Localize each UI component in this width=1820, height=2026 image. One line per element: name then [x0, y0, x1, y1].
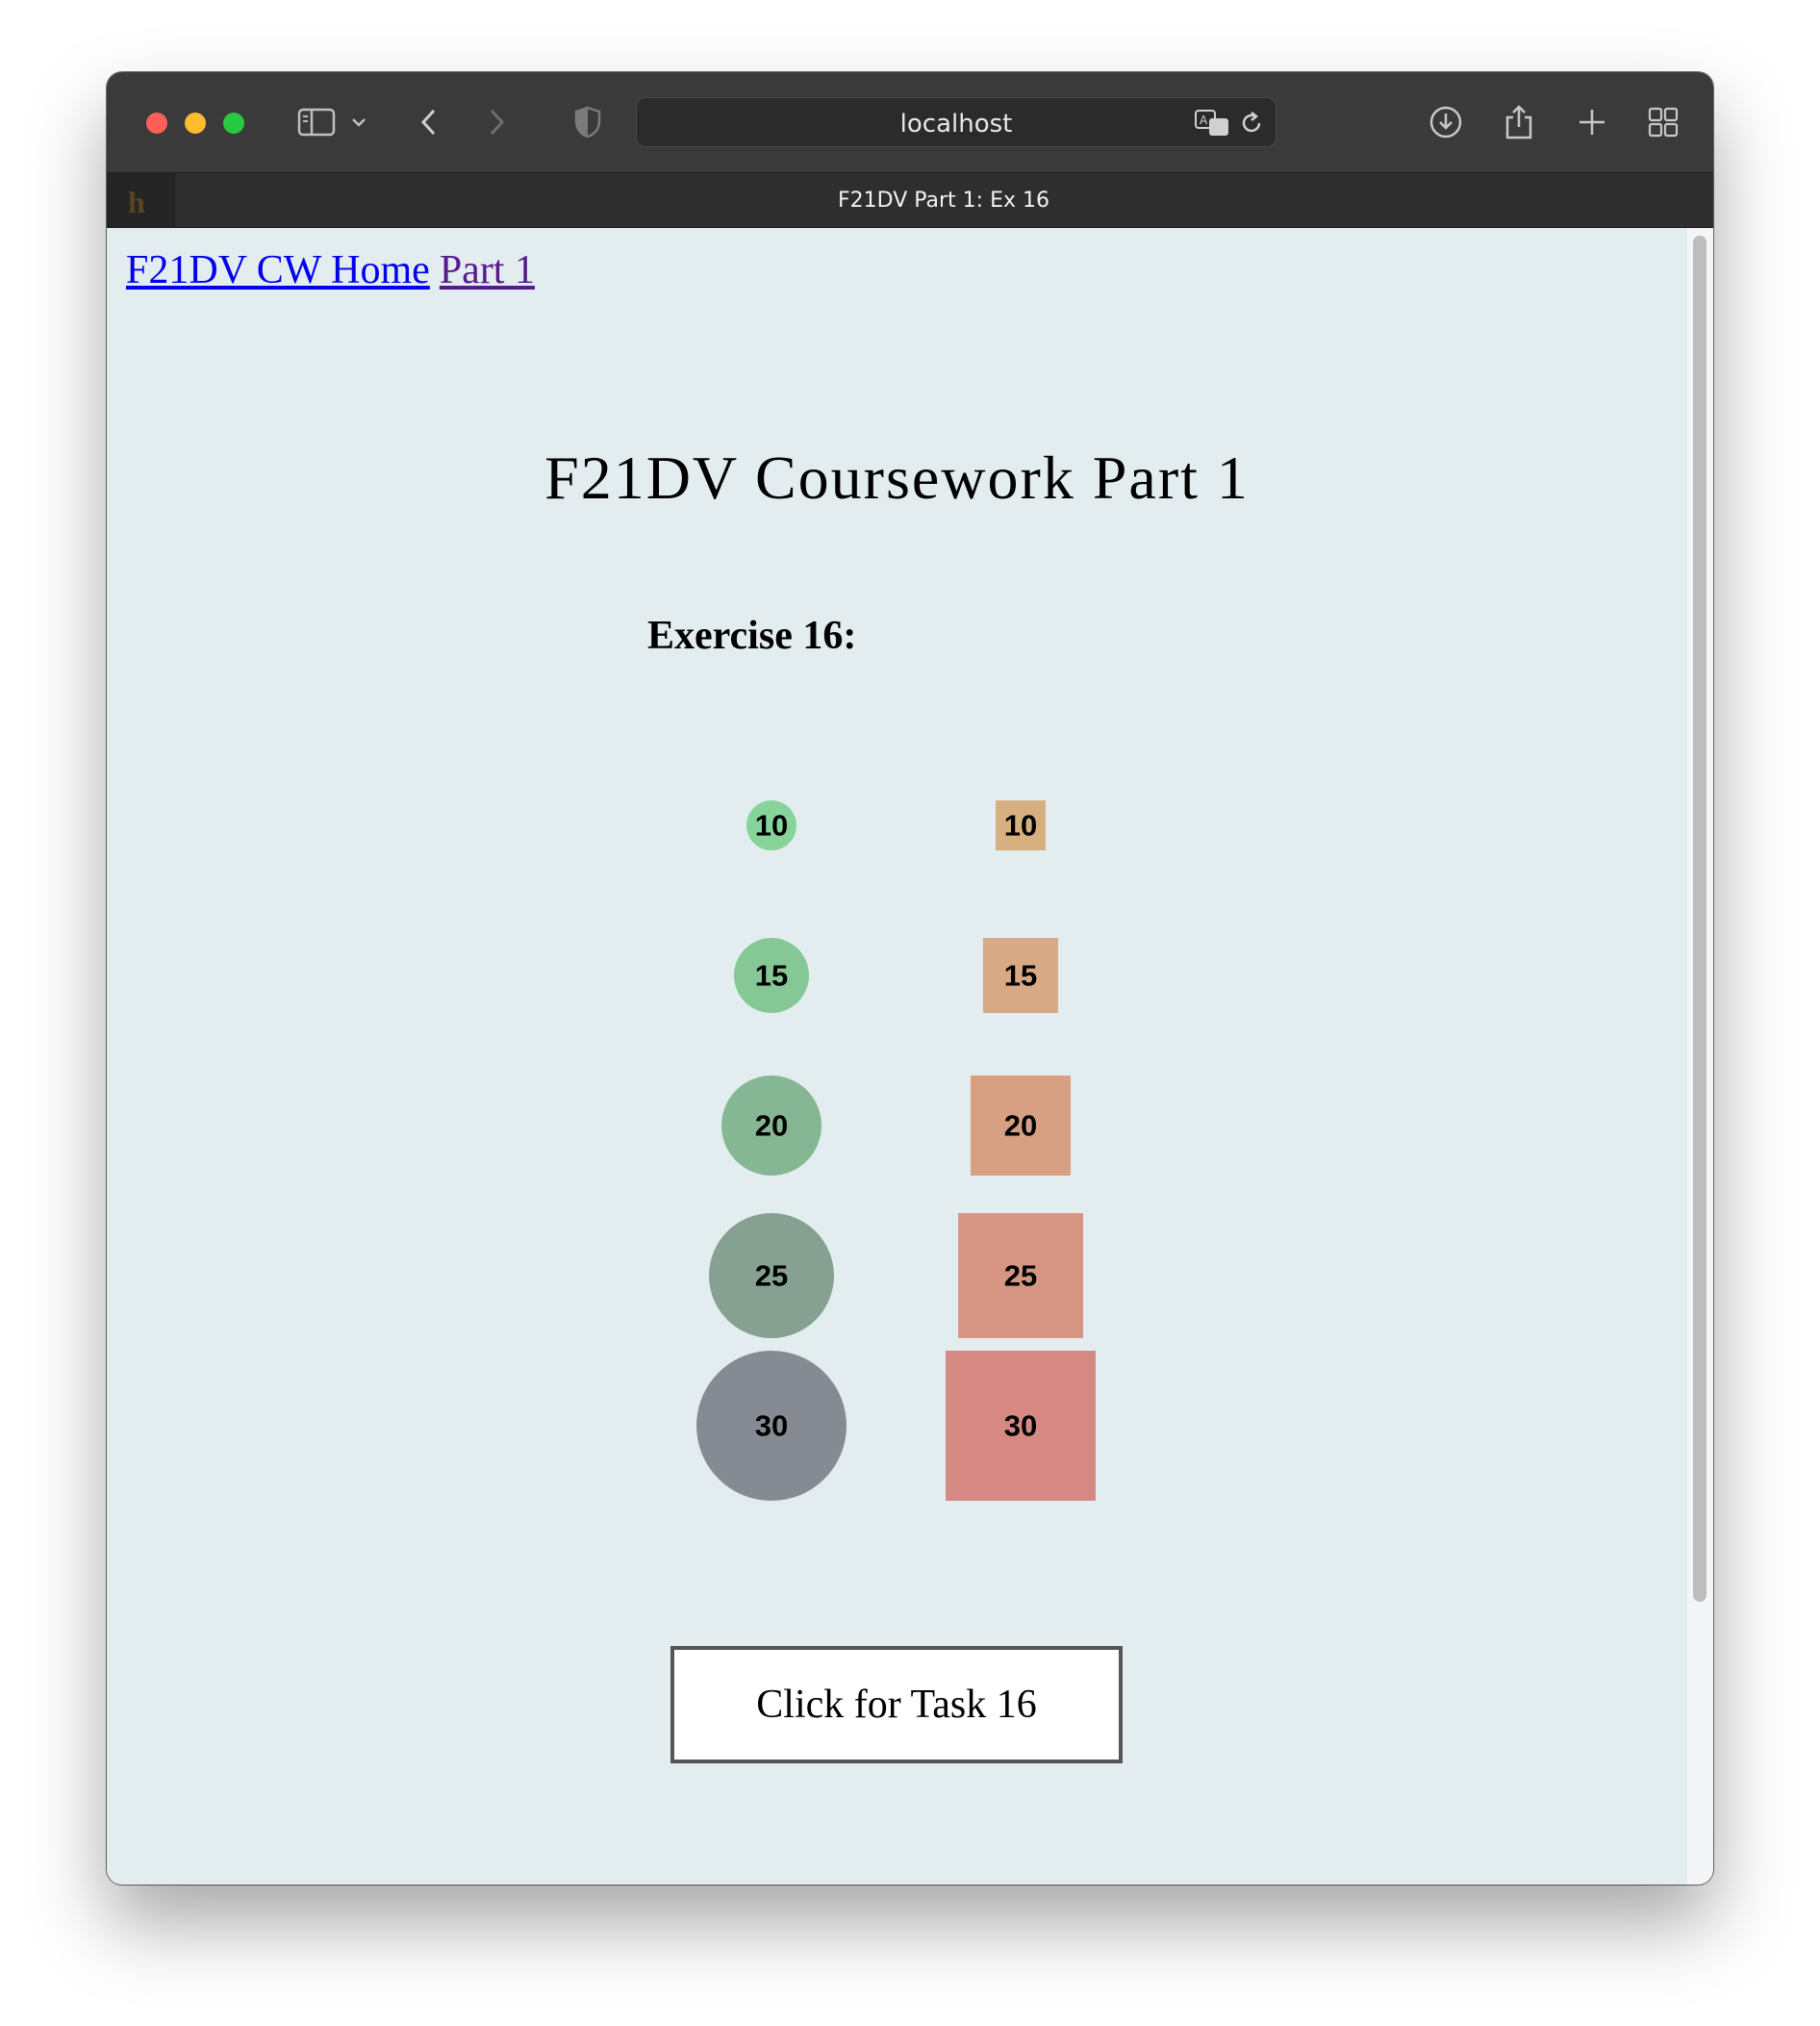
shape-chart: 10 15 20 25 30 10 15 20 25 30 [696, 800, 1096, 1501]
shape-value-label: 20 [755, 1109, 788, 1143]
shape-value-label: 30 [1004, 1409, 1037, 1443]
reload-icon[interactable] [1237, 102, 1266, 144]
pinned-tab[interactable]: h [107, 173, 175, 227]
back-icon[interactable] [415, 101, 443, 143]
shape-value-label: 25 [755, 1259, 788, 1293]
shape-value-label: 15 [1004, 959, 1037, 993]
tab-title[interactable]: F21DV Part 1: Ex 16 [174, 190, 1713, 213]
tab-overview-icon[interactable] [1644, 101, 1682, 143]
page-content: F21DV CW Home Part 1 F21DV Coursework Par… [107, 228, 1687, 1885]
shape-value-label: 15 [755, 959, 788, 993]
tab-bar: h F21DV Part 1: Ex 16 [107, 172, 1713, 228]
shape-value-label: 25 [1004, 1259, 1037, 1293]
close-window-button[interactable] [146, 113, 167, 134]
download-icon[interactable] [1427, 101, 1465, 143]
maximize-window-button[interactable] [223, 113, 244, 134]
browser-toolbar: localhost A [107, 72, 1713, 172]
translate-icon[interactable]: A [1193, 102, 1231, 144]
new-tab-icon[interactable] [1573, 101, 1611, 143]
minimize-window-button[interactable] [185, 113, 206, 134]
shape-value-label: 20 [1004, 1109, 1037, 1143]
forward-icon[interactable] [482, 101, 511, 143]
sidebar-icon[interactable] [295, 101, 338, 143]
address-bar[interactable]: localhost A [636, 97, 1277, 147]
share-icon[interactable] [1500, 101, 1538, 143]
svg-text:A: A [1200, 114, 1208, 127]
address-text: localhost [899, 110, 1013, 139]
shape-value-label: 30 [755, 1409, 788, 1443]
shape-value-label: 10 [755, 809, 788, 843]
shape-value-label: 10 [1004, 809, 1037, 843]
favicon-icon: h [128, 185, 145, 219]
task-button[interactable]: Click for Task 16 [670, 1646, 1123, 1763]
chevron-down-icon[interactable] [347, 101, 370, 143]
browser-window: localhost A h F21DV Part 1: Ex 16 F21DV … [107, 72, 1713, 1885]
privacy-shield-icon[interactable] [572, 101, 603, 143]
scrollbar-thumb[interactable] [1693, 236, 1706, 1602]
